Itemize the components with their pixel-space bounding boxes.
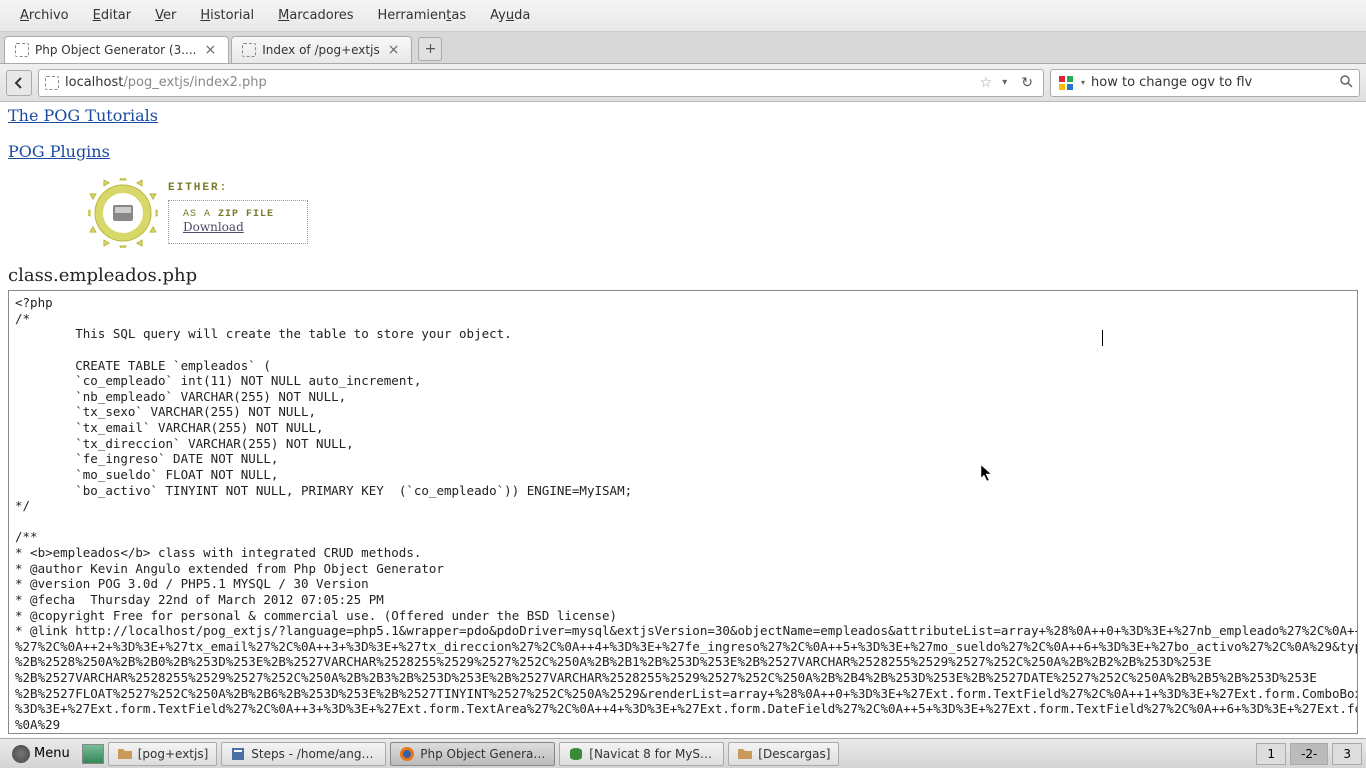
- arrow-left-icon: [12, 76, 26, 90]
- folder-icon: [117, 746, 133, 762]
- task-label: [Descargas]: [758, 747, 830, 761]
- close-icon[interactable]: ×: [386, 42, 402, 58]
- search-query: how to change ogv to flv: [1091, 75, 1333, 90]
- class-title: class.empleados.php: [8, 265, 1358, 286]
- bookmark-star-icon[interactable]: ☆: [980, 75, 993, 91]
- task-label: Php Object Generato...: [420, 747, 546, 761]
- page-icon: [15, 43, 29, 57]
- menu-herramientas[interactable]: Herramientas: [366, 4, 479, 27]
- menu-ayuda[interactable]: Ayuda: [478, 4, 542, 27]
- code-box[interactable]: <?php /* This SQL query will create the …: [8, 290, 1358, 734]
- chevron-down-icon[interactable]: ▾: [1081, 78, 1085, 87]
- task-label: [Navicat 8 for MySQL]: [589, 747, 715, 761]
- link-tutorials[interactable]: The POG Tutorials: [8, 106, 1358, 125]
- mouse-cursor: [980, 464, 994, 486]
- close-icon[interactable]: ×: [203, 42, 219, 58]
- link-plugins[interactable]: POG Plugins: [8, 142, 1358, 161]
- search-icon[interactable]: [1339, 74, 1353, 92]
- search-bar[interactable]: ▾ how to change ogv to flv: [1050, 69, 1360, 97]
- download-box: AS A ZIP FILE Download: [168, 200, 308, 244]
- text-cursor: [1102, 330, 1103, 346]
- task-item-2[interactable]: Php Object Generato...: [390, 742, 555, 766]
- menubar: Archivo Editar Ver Historial Marcadores …: [0, 0, 1366, 32]
- firefox-icon: [399, 746, 415, 762]
- start-menu-button[interactable]: Menu: [4, 743, 78, 765]
- download-link[interactable]: Download: [183, 220, 244, 234]
- page-icon: [242, 43, 256, 57]
- workspace-2[interactable]: -2-: [1290, 743, 1328, 765]
- folder-icon: [737, 746, 753, 762]
- taskbar: Menu [pog+extjs] Steps - /home/angul... …: [0, 738, 1366, 768]
- url-text: localhost/pog_extjs/index2.php: [65, 75, 974, 90]
- menu-editar[interactable]: Editar: [81, 4, 144, 27]
- workspace-1[interactable]: 1: [1256, 743, 1286, 765]
- tab-label: Index of /pog+extjs: [262, 43, 379, 57]
- task-item-0[interactable]: [pog+extjs]: [108, 742, 218, 766]
- back-button[interactable]: [6, 70, 32, 96]
- menu-historial[interactable]: Historial: [188, 4, 266, 27]
- menu-ver[interactable]: Ver: [143, 4, 188, 27]
- gear-icon: [12, 745, 30, 763]
- url-bar[interactable]: localhost/pog_extjs/index2.php ☆ ▾ ↻: [38, 69, 1044, 97]
- zip-file-label: AS A ZIP FILE: [183, 209, 293, 220]
- menu-marcadores[interactable]: Marcadores: [266, 4, 365, 27]
- gear-badge-icon: [88, 178, 158, 248]
- workspace-3[interactable]: 3: [1332, 743, 1362, 765]
- download-area: EITHER: AS A ZIP FILE Download: [88, 173, 1358, 253]
- menu-label: Menu: [34, 746, 70, 761]
- page-content: The POG Tutorials POG Plugins: [0, 102, 1366, 738]
- task-item-3[interactable]: [Navicat 8 for MySQL]: [559, 742, 724, 766]
- task-item-1[interactable]: Steps - /home/angul...: [221, 742, 386, 766]
- tabstrip: Php Object Generator (3.... × Index of /…: [0, 32, 1366, 64]
- site-icon: [45, 76, 59, 90]
- navbar: localhost/pog_extjs/index2.php ☆ ▾ ↻ ▾ h…: [0, 64, 1366, 102]
- search-engine-icon[interactable]: [1057, 75, 1075, 91]
- show-desktop-button[interactable]: [82, 744, 104, 764]
- new-tab-button[interactable]: +: [418, 37, 442, 61]
- either-label: EITHER:: [168, 182, 308, 194]
- tab-1[interactable]: Index of /pog+extjs ×: [231, 36, 412, 63]
- reload-icon[interactable]: ↻: [1017, 75, 1037, 91]
- task-label: Steps - /home/angul...: [251, 747, 377, 761]
- chevron-down-icon[interactable]: ▾: [998, 77, 1011, 88]
- tab-0[interactable]: Php Object Generator (3.... ×: [4, 36, 229, 63]
- menu-archivo[interactable]: Archivo: [8, 4, 81, 27]
- task-item-4[interactable]: [Descargas]: [728, 742, 839, 766]
- task-label: [pog+extjs]: [138, 747, 209, 761]
- navicat-icon: [568, 746, 584, 762]
- tab-label: Php Object Generator (3....: [35, 43, 197, 57]
- editor-icon: [230, 746, 246, 762]
